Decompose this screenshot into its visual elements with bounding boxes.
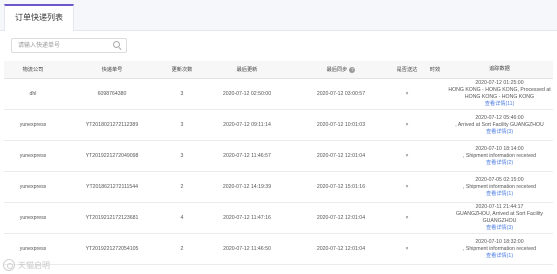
- cell-delivered: ×: [405, 122, 409, 128]
- view-details-link[interactable]: 查看详情(2): [486, 160, 513, 167]
- cell-track-data: 2020-07-12 05:46:00, Arrived at Sort Fac…: [446, 110, 553, 140]
- cell-last-update: 2020-07-12 11:46:50: [223, 246, 271, 252]
- view-details-link[interactable]: 查看详情(3): [486, 225, 513, 232]
- cell-company: yunexpress: [19, 153, 47, 159]
- cell-updates: 4: [180, 215, 184, 221]
- express-table: 物流公司 快递单号 更新次数 最后更新 最后同步 ? 是否送达 时效 追踪数据 …: [4, 61, 553, 265]
- cell-last-sync: 2020-07-12 12:01:04: [316, 215, 366, 221]
- track-line: 2020-07-05 02:15:00: [475, 176, 524, 183]
- cell-track-data: 2020-07-05 02:15:00, Shipment informatio…: [446, 172, 553, 202]
- cell-timing: [424, 79, 446, 109]
- cell-timing: [424, 141, 446, 171]
- table-row: yunexpress YT2018021272112389 3 2020-07-12 …: [4, 110, 553, 141]
- cell-updates: 3: [180, 122, 184, 128]
- view-details-link[interactable]: 查看详情(11): [485, 101, 515, 108]
- view-details-link[interactable]: 查看详情(1): [486, 253, 513, 260]
- col-header-last-sync: 最后同步 ?: [292, 61, 390, 78]
- cell-updates: 2: [180, 184, 184, 190]
- col-header-last-update: 最后更新: [236, 67, 258, 73]
- col-header-company: 物流公司: [22, 67, 44, 73]
- track-line: 2020-07-11 21:44:17: [475, 204, 524, 210]
- cell-delivered: ×: [405, 153, 409, 159]
- cell-delivered: ×: [405, 215, 409, 221]
- cell-timing: [424, 234, 446, 264]
- cell-tracking-no: 6098764380: [97, 91, 127, 97]
- view-details-link[interactable]: 查看详情(1): [486, 191, 513, 198]
- track-line: , Shipment information received: [463, 245, 536, 252]
- cell-last-update: 2020-07-12 14:19:39: [222, 184, 272, 190]
- search-icon[interactable]: [112, 40, 123, 51]
- info-icon[interactable]: ?: [349, 66, 356, 73]
- track-line: , Shipment information received: [463, 152, 536, 159]
- table-row: yunexpress YT2019212172123681 4 2020-07-12 …: [4, 203, 553, 234]
- track-line: 2020-07-12 05:46:00: [475, 114, 524, 121]
- cell-last-sync: 2020-07-12 15:01:16: [316, 184, 366, 190]
- cell-timing: [424, 203, 446, 233]
- cell-delivered: ×: [405, 91, 409, 97]
- cell-delivered: ×: [405, 184, 409, 190]
- cell-last-sync: 2020-07-12 12:01:04: [316, 246, 366, 252]
- track-line: , Arrived at Sort Facility GUANGZHOU: [455, 121, 544, 128]
- cell-track-data: 2020-07-11 21:44:17 GUANGZHOU, Arrived at…: [446, 203, 553, 233]
- col-header-track-data: 追踪数据: [489, 66, 510, 72]
- track-line: 2020-07-10 18:14:00: [475, 145, 524, 152]
- cell-last-update: 2020-07-12 11:46:57: [223, 153, 271, 159]
- cell-last-sync: 2020-07-12 03:00:57: [316, 91, 366, 97]
- cell-last-update: 2020-07-12 02:50:00: [222, 91, 272, 97]
- cell-track-data: 2020-07-10 18:14:00, Shipment informatio…: [446, 141, 553, 171]
- col-header-last-sync-label: 最后同步: [326, 67, 348, 73]
- col-header-delivered: 是否送达: [396, 67, 418, 73]
- track-line: GUANGZHOU: [482, 218, 517, 224]
- cell-last-update: 2020-07-12 09:11:14: [223, 122, 271, 128]
- table-row: yunexpress YT2019221272049098 3 2020-07-12 …: [4, 141, 553, 172]
- cell-timing: [424, 172, 446, 202]
- cell-tracking-no: YT2019221272054105: [85, 246, 139, 252]
- watermark: 天猫启明: [3, 258, 50, 272]
- cell-tracking-no: YT2018021272112389: [85, 122, 139, 128]
- search-box: [11, 38, 127, 53]
- view-details-link[interactable]: 查看详情(3): [486, 129, 513, 136]
- col-header-tracking-no: 快递单号: [101, 67, 123, 73]
- cell-company: dhl: [29, 91, 37, 97]
- cell-updates: 3: [180, 153, 184, 159]
- search-input[interactable]: [12, 39, 108, 52]
- tab-order-express-list[interactable]: 订单快递列表: [4, 4, 74, 31]
- track-line: 2020-07-10 18:32:00: [475, 238, 524, 245]
- cell-last-update: 2020-07-12 11:47:16: [223, 215, 271, 221]
- cell-updates: 3: [180, 91, 184, 97]
- watermark-logo-icon: [3, 259, 15, 271]
- cell-company: yunexpress: [19, 122, 47, 128]
- table-row: yunexpress YT2018621272111544 2 2020-07-12 …: [4, 172, 553, 203]
- table-row: dhl 6098764380 3 2020-07-12 02:50:00 2020-07…: [4, 79, 553, 110]
- table-row: yunexpress YT2019221272054105 2 2020-07-12 …: [4, 234, 553, 265]
- col-header-updates: 更新次数: [171, 67, 193, 73]
- track-line: GUANGZHOU, Arrived at Sort Facility: [455, 211, 544, 217]
- cell-tracking-no: YT2019212172123681: [85, 215, 139, 221]
- cell-updates: 2: [180, 246, 184, 252]
- track-line: HONG KONG - HONG KONG, Processed at: [448, 87, 551, 93]
- cell-tracking-no: YT2019221272049098: [85, 153, 139, 159]
- cell-last-sync: 2020-07-12 12:01:04: [316, 153, 366, 159]
- col-header-timing: 时效: [429, 67, 441, 73]
- cell-track-data: 2020-07-10 18:32:00, Shipment informatio…: [446, 234, 553, 264]
- cell-delivered: ×: [405, 246, 409, 252]
- cell-track-data: 2020-07-12 01:25:00 HONG KONG - HONG KONG…: [446, 79, 553, 109]
- track-line: 2020-07-12 01:25:00: [475, 80, 524, 86]
- cell-company: yunexpress: [19, 215, 47, 221]
- table-header: 物流公司 快递单号 更新次数 最后更新 最后同步 ? 是否送达 时效 追踪数据: [4, 61, 553, 79]
- tab-bar: 订单快递列表: [0, 0, 557, 31]
- cell-tracking-no: YT2018621272111544: [85, 184, 139, 190]
- cell-timing: [424, 110, 446, 140]
- watermark-text: 天猫启明: [18, 260, 50, 270]
- track-line: , Shipment information received: [463, 183, 536, 190]
- track-line: HONG KONG - HONG KONG: [464, 94, 535, 100]
- cell-company: yunexpress: [19, 184, 47, 190]
- cell-last-sync: 2020-07-12 10:01:03: [316, 122, 366, 128]
